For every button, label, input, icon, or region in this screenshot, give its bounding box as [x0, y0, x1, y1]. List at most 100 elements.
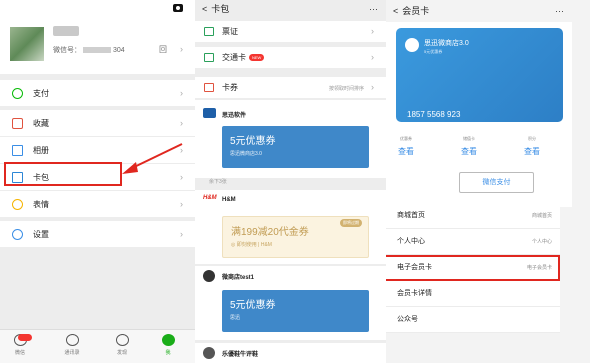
transit-card-icon [204, 53, 214, 62]
menu-favorites[interactable]: 收藏 › [0, 110, 195, 136]
merchant-card-partial[interactable]: 乐優鞋牛评鞋 [195, 343, 386, 363]
menu-album-label: 相册 [33, 145, 49, 155]
expiring-tag: 即将过期 [340, 219, 362, 227]
chevron-right-icon: › [371, 26, 374, 36]
menu-stickers[interactable]: 表情 › [0, 191, 195, 217]
link-shop-home[interactable]: 商城首页 商城首页 [386, 203, 560, 229]
highlight-box [386, 255, 560, 281]
stat-coupons[interactable]: 优惠券 查看 [386, 136, 426, 157]
sort-hint[interactable]: 按领取时间排序 [329, 85, 364, 92]
merchant-name: 思迅软件 [222, 113, 247, 119]
merchant-card-test1[interactable]: 微商店test1 5元优惠券 思迅 [195, 266, 386, 340]
row-transit-card[interactable]: 交通卡 NEW › [195, 47, 386, 68]
album-icon [12, 144, 23, 156]
merchant-card-sixun[interactable]: 思迅软件 5元优惠券 思迅微商店3.0 [195, 100, 386, 178]
coupon[interactable]: 5元优惠券 思迅 [222, 290, 369, 332]
coupon[interactable]: 5元优惠券 思迅微商店3.0 [222, 126, 369, 168]
card-subtitle: 5元优惠券 [424, 49, 443, 54]
highlight-arrow [122, 143, 183, 174]
row-tickets[interactable]: 票证 › [195, 21, 386, 42]
merchant-logo [203, 270, 215, 282]
coupon-title: 5元优惠券 [230, 300, 276, 311]
link-label: 个人中心 [397, 238, 425, 245]
discover-icon [115, 334, 129, 346]
wechat-pay-button[interactable]: 微信支付 [459, 172, 534, 193]
favorites-icon [12, 117, 23, 129]
member-card[interactable]: 思迅微商店3.0 5元优惠券 1857 5568 923 [396, 28, 563, 122]
wechat-id: 微信号： 304 [53, 45, 125, 55]
merchant-name: H&M [222, 197, 236, 203]
link-value: 商城首页 [531, 213, 552, 219]
tab-chats-label: 微信 [14, 350, 25, 356]
link-official-account[interactable]: 公众号 [386, 307, 560, 333]
member-header: < 会员卡 ··· [386, 0, 590, 22]
chevron-right-icon: › [371, 52, 374, 62]
stat-label: 积分 [528, 136, 536, 141]
menu-pay[interactable]: 支付 › [0, 80, 195, 106]
qr-code-icon[interactable]: 回 [159, 44, 167, 55]
merchant-logo [203, 108, 216, 118]
profile-header[interactable]: 微信号： 304 回 › [0, 0, 195, 74]
tab-me-label: 我 [165, 350, 171, 356]
coupon-title: 5元优惠券 [230, 136, 276, 147]
stat-points[interactable]: 积分 查看 [512, 136, 552, 157]
link-label: 会员卡详情 [397, 290, 432, 297]
page-title: 卡包 [211, 4, 230, 14]
stat-view-link[interactable]: 查看 [449, 146, 489, 157]
stat-view-link[interactable]: 查看 [386, 146, 426, 157]
chevron-right-icon: › [180, 44, 183, 54]
avatar[interactable] [10, 27, 44, 61]
back-icon[interactable]: < [202, 4, 207, 14]
stat-label: 优惠券 [400, 136, 412, 141]
chevron-right-icon: › [180, 229, 183, 239]
merchant-logo: H&M [203, 195, 217, 201]
shop-logo-icon [405, 38, 419, 52]
coupon-icon [204, 83, 214, 92]
tab-discover-label: 发现 [116, 350, 127, 356]
remaining-coupons-link[interactable]: 余下3张 [209, 178, 227, 185]
link-personal-center[interactable]: 个人中心 个人中心 [386, 229, 560, 255]
stat-view-link[interactable]: 查看 [512, 146, 552, 157]
menu-pay-label: 支付 [33, 88, 49, 98]
settings-icon [12, 228, 23, 240]
tab-discover[interactable]: 发现 [104, 333, 140, 356]
menu-stickers-label: 表情 [33, 199, 49, 209]
wallet-header: < 卡包 ··· [195, 0, 386, 18]
back-icon[interactable]: < [393, 6, 398, 16]
link-label: 公众号 [397, 316, 418, 323]
card-number: 1857 5568 923 [407, 110, 461, 119]
merchant-card-hm[interactable]: H&M H&M 满199减20代金券 ◎ 即刻使用 | H&M 即将过期 [195, 190, 386, 264]
chevron-right-icon: › [371, 82, 374, 92]
more-icon[interactable]: ··· [369, 0, 378, 18]
link-card-details[interactable]: 会员卡详情 [386, 281, 560, 307]
tab-me[interactable]: 我 [150, 333, 186, 356]
link-value: 个人中心 [531, 239, 552, 245]
coupon-merchant: 思迅微商店3.0 [230, 151, 262, 157]
chevron-right-icon: › [180, 88, 183, 98]
me-panel: 微信号： 304 回 › 支付 › 收藏 › 相册 › 卡包 › 表情 › 设置 … [0, 0, 195, 363]
merchant-name: 乐優鞋牛评鞋 [222, 352, 259, 358]
row-transit-label: 交通卡 [222, 53, 246, 62]
card-wallet-panel: < 卡包 ··· 票证 › 交通卡 NEW › 卡券 按领取时间排序 › 思迅软件… [195, 0, 386, 363]
more-icon[interactable]: ··· [555, 0, 564, 22]
tab-chats[interactable]: 微信 [2, 333, 38, 356]
coupon-merchant: 思迅 [230, 315, 241, 321]
tab-contacts-label: 通讯录 [64, 350, 80, 356]
stat-label: 储值卡 [463, 136, 475, 141]
merchant-name: 微商店test1 [222, 275, 255, 281]
wechat-id-label: 微信号： [53, 47, 81, 54]
contacts-icon [65, 334, 79, 346]
tab-contacts[interactable]: 通讯录 [54, 333, 90, 356]
menu-settings-label: 设置 [33, 229, 49, 239]
stat-stored-value[interactable]: 储值卡 查看 [449, 136, 489, 157]
bottom-tab-bar: 微信 通讯录 发现 我 [0, 329, 195, 363]
row-coupons-label: 卡券 [222, 83, 238, 92]
nickname-redacted [53, 26, 79, 36]
camera-icon[interactable] [173, 4, 183, 12]
me-icon [161, 334, 175, 346]
coupon[interactable]: 满199减20代金券 ◎ 即刻使用 | H&M 即将过期 [222, 216, 369, 258]
menu-settings[interactable]: 设置 › [0, 221, 195, 247]
row-coupons[interactable]: 卡券 按领取时间排序 › [195, 77, 386, 98]
chevron-right-icon: › [180, 199, 183, 209]
new-badge: NEW [249, 54, 265, 61]
